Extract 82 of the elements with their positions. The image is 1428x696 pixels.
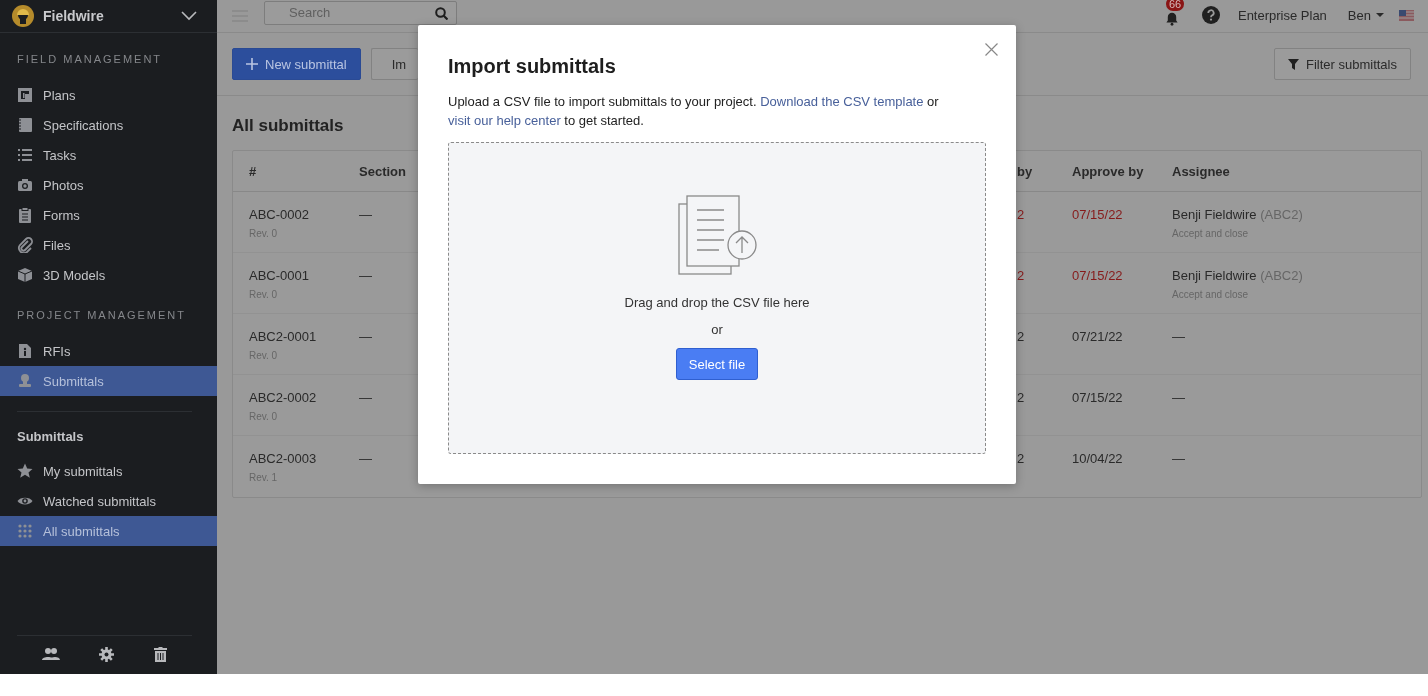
date-cell-text: 07/21/22	[1072, 329, 1124, 345]
filter-button[interactable]: Filter submittals	[1273, 48, 1411, 80]
logo-icon	[12, 5, 34, 27]
document-info-icon	[17, 343, 33, 359]
select-file-button[interactable]: Select file	[675, 348, 759, 380]
filter-icon	[1287, 58, 1299, 70]
submittal-id: ABC-0001	[249, 268, 310, 284]
date-cell-text: 2	[1017, 268, 1026, 284]
date-cell-text: 2	[1017, 329, 1026, 345]
sidebar-item[interactable]: RFIs	[0, 336, 217, 366]
star-icon	[17, 463, 33, 479]
sidebar-item[interactable]: All submittals	[0, 516, 217, 546]
date-cell-text: 10/04/22	[1072, 451, 1124, 467]
sidebar-item[interactable]: 3D Models	[0, 260, 217, 290]
table-cell-text: —	[359, 207, 373, 223]
sidebar-item[interactable]: Files	[0, 230, 217, 260]
list-icon	[17, 147, 33, 163]
assignee-name: —	[1172, 451, 1186, 467]
sidebar-item[interactable]: Forms	[0, 200, 217, 230]
drop-instructions: Drag and drop the CSV file here	[624, 295, 810, 310]
plans-icon	[17, 87, 33, 103]
sidebar-item[interactable]: Submittals	[0, 366, 217, 396]
sidebar-item[interactable]: Tasks	[0, 140, 217, 170]
caret-icon	[1376, 13, 1384, 17]
column-header: Assignee	[1156, 151, 1421, 192]
sidebar-item[interactable]: Watched submittals	[0, 486, 217, 516]
table-cell-text: —	[359, 390, 373, 406]
date-cell-text: 2	[1017, 390, 1026, 406]
sidebar-item[interactable]: Photos	[0, 170, 217, 200]
import-button[interactable]: Im	[370, 48, 418, 80]
people-icon[interactable]	[41, 647, 60, 660]
brand-name: Fieldwire	[43, 8, 105, 24]
clipboard-icon	[17, 207, 33, 223]
submittal-id: ABC2-0001	[249, 329, 318, 345]
paperclip-icon	[17, 237, 33, 253]
submittal-id: ABC2-0002	[249, 390, 318, 406]
assignee-name: —	[1172, 329, 1186, 345]
dialog-description: Upload a CSV file to import submittals to your project. Download the CSV template or visit our help center to get started.	[448, 93, 940, 130]
separator-text: or	[711, 322, 723, 337]
sidebar-item[interactable]: My submittals	[0, 456, 217, 486]
table-cell-text: —	[359, 268, 373, 284]
search-field[interactable]: Search	[264, 0, 457, 25]
date-cell-text: 2	[1017, 207, 1026, 223]
grid-icon	[17, 523, 33, 539]
flag-icon[interactable]	[1399, 9, 1414, 21]
table-cell-text: —	[359, 451, 373, 467]
dialog-title: Import submittals	[448, 54, 617, 79]
chevron-down-icon[interactable]	[181, 11, 197, 21]
assignee-name: —	[1172, 390, 1186, 406]
submittal-id: ABC-0002	[249, 207, 310, 223]
user-menu[interactable]: Ben	[1347, 7, 1384, 23]
sidebar-item[interactable]: Specifications	[0, 110, 217, 140]
page-title: All submittals	[232, 115, 344, 137]
stamp-icon	[17, 373, 33, 389]
date-cell-text: 2	[1017, 451, 1026, 467]
notebook-icon	[17, 117, 33, 133]
sidebar-item[interactable]: Plans	[0, 80, 217, 110]
notification-badge: 66	[1165, 0, 1185, 11]
camera-icon	[17, 177, 33, 193]
new-submittal-button[interactable]: New submittal	[232, 48, 361, 80]
submittal-id: ABC2-0003	[249, 451, 318, 467]
help-center-link[interactable]: visit our help center	[448, 113, 561, 128]
date-cell-text: 07/15/22	[1072, 207, 1124, 223]
column-header: #	[233, 151, 343, 192]
close-icon	[985, 43, 998, 56]
template-link[interactable]: Download the CSV template	[760, 94, 924, 109]
table-cell-text: —	[359, 329, 373, 345]
section-heading: FIELD MANAGEMENT	[16, 52, 164, 66]
settings-icon[interactable]	[99, 647, 115, 662]
cube-icon	[17, 267, 33, 283]
section-heading: Submittals	[16, 429, 85, 445]
date-cell-text: 07/15/22	[1072, 268, 1124, 284]
file-upload-icon	[677, 195, 757, 275]
plus-icon	[246, 58, 258, 70]
search-icon[interactable]	[435, 6, 448, 20]
trash-icon[interactable]	[154, 647, 168, 662]
plan-link[interactable]: Enterprise Plan	[1237, 7, 1327, 23]
date-cell-text: 07/15/22	[1072, 390, 1124, 406]
column-header: Approve by	[1056, 151, 1156, 192]
help-icon[interactable]	[1201, 6, 1220, 24]
drop-zone[interactable]: Drag and drop the CSV file here or Select file	[448, 142, 986, 454]
section-heading: PROJECT MANAGEMENT	[16, 308, 188, 322]
